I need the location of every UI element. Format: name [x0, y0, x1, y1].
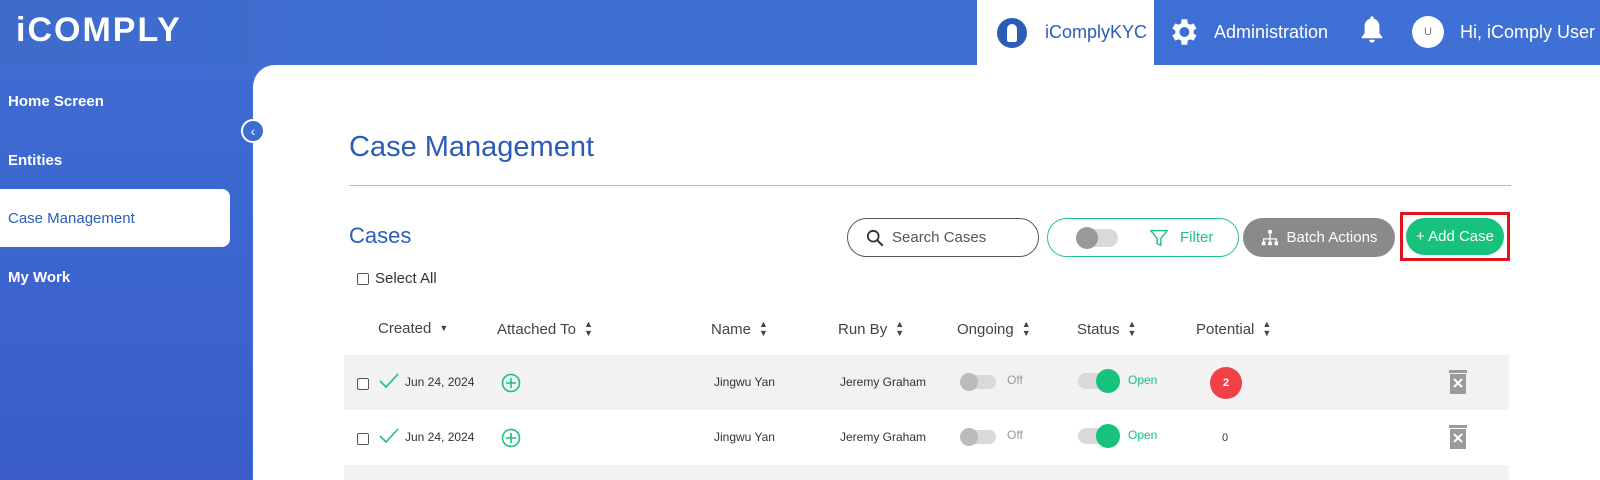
- bell-icon[interactable]: [1358, 14, 1386, 46]
- toggle-knob: [1076, 226, 1098, 249]
- status-toggle[interactable]: [1078, 424, 1120, 448]
- sort-icon: ▲ ▼: [1127, 319, 1137, 338]
- check-icon: [379, 373, 399, 389]
- search-placeholder: Search Cases: [892, 229, 987, 246]
- user-menu[interactable]: U Hi, iComply User: [1412, 14, 1595, 50]
- column-header-ongoing[interactable]: Ongoing ▲ ▼: [957, 320, 1031, 338]
- ongoing-label: Off: [1007, 373, 1023, 387]
- ongoing-label: Off: [1007, 428, 1023, 442]
- run-by: Jeremy Graham: [840, 430, 927, 444]
- column-header-run-by[interactable]: Run By ▲ ▼: [838, 320, 904, 338]
- administration-label: Administration: [1214, 21, 1329, 42]
- sidebar: Home Screen Entities Case Management My …: [0, 65, 252, 480]
- sort-desc-icon: ▼: [439, 323, 449, 333]
- row-checkbox[interactable]: [357, 378, 369, 390]
- column-header-attached-to[interactable]: Attached To ▲ ▼: [497, 320, 593, 338]
- sidebar-item-label: Entities: [8, 151, 63, 169]
- batch-actions-button[interactable]: Batch Actions: [1243, 218, 1395, 257]
- case-name: Jingwu Yan: [714, 430, 775, 444]
- logo-text: iCOMPLY: [16, 10, 182, 49]
- row-checkbox[interactable]: [357, 433, 369, 445]
- add-case-highlight: + Add Case: [1400, 212, 1510, 261]
- kyc-logo-icon: [997, 17, 1027, 48]
- batch-actions-label: Batch Actions: [1286, 229, 1378, 246]
- gear-icon: [1172, 19, 1197, 45]
- column-header-name[interactable]: Name ▲ ▼: [711, 320, 768, 338]
- main-panel: Case Management Cases Search Cases Filte…: [253, 65, 1600, 480]
- user-greeting: Hi, iComply User: [1460, 21, 1596, 42]
- trash-icon[interactable]: [1447, 369, 1469, 395]
- sidebar-item-my-work[interactable]: My Work: [8, 248, 238, 306]
- filter-button[interactable]: Filter: [1047, 218, 1239, 257]
- chevron-left-icon: ‹: [250, 123, 256, 139]
- search-input[interactable]: Search Cases: [847, 218, 1039, 257]
- administration-button[interactable]: Administration: [1166, 14, 1328, 50]
- funnel-icon: [1150, 229, 1168, 246]
- search-icon: [866, 229, 884, 246]
- created-date: Jun 24, 2024: [405, 375, 475, 389]
- sidebar-item-entities[interactable]: Entities: [8, 131, 238, 189]
- status-label: Open: [1128, 373, 1158, 387]
- avatar: U: [1412, 16, 1444, 48]
- ongoing-toggle[interactable]: [960, 428, 996, 446]
- sidebar-collapse-button[interactable]: ‹: [241, 119, 265, 143]
- add-case-label: + Add Case: [1416, 228, 1494, 245]
- section-title: Cases: [349, 223, 412, 248]
- sidebar-item-home-screen[interactable]: Home Screen: [8, 72, 238, 130]
- select-all[interactable]: Select All: [357, 270, 437, 287]
- sidebar-item-label: My Work: [8, 268, 71, 286]
- filter-toggle[interactable]: [1076, 226, 1118, 249]
- table-row[interactable]: Jun 24, 2024 Jingwu Yan Jeremy Graham Of…: [344, 410, 1509, 465]
- created-date: Jun 24, 2024: [405, 430, 475, 444]
- hierarchy-icon: [1261, 229, 1278, 245]
- app-tab-label: iComplyKYC: [1045, 22, 1148, 42]
- ongoing-toggle[interactable]: [960, 373, 996, 391]
- sort-icon: ▲ ▼: [1021, 319, 1031, 338]
- sidebar-item-case-management[interactable]: Case Management: [0, 189, 230, 247]
- filter-label: Filter: [1180, 229, 1214, 246]
- potential-count: 0: [1222, 432, 1229, 444]
- column-header-created[interactable]: Created ▼: [378, 320, 448, 337]
- top-bar: iCOMPLY iComplyKYC Administration U Hi, …: [0, 0, 1600, 65]
- trash-icon[interactable]: [1447, 424, 1469, 450]
- status-toggle[interactable]: [1078, 369, 1120, 393]
- select-all-checkbox[interactable]: [357, 272, 369, 285]
- sidebar-item-label: Home Screen: [8, 92, 104, 110]
- select-all-label: Select All: [375, 270, 437, 287]
- sidebar-item-label: Case Management: [8, 209, 135, 227]
- icomply-logo[interactable]: iCOMPLY: [16, 10, 182, 50]
- page-title: Case Management: [349, 131, 595, 163]
- add-case-button[interactable]: + Add Case: [1406, 218, 1504, 255]
- status-label: Open: [1128, 428, 1158, 442]
- add-attachment-icon[interactable]: [501, 428, 521, 448]
- column-header-status[interactable]: Status ▲ ▼: [1077, 320, 1136, 338]
- sort-icon: ▲ ▼: [1262, 319, 1272, 338]
- check-icon: [379, 428, 399, 444]
- table-row[interactable]: [344, 465, 1509, 480]
- case-name: Jingwu Yan: [714, 375, 775, 389]
- run-by: Jeremy Graham: [840, 375, 927, 389]
- app-tab-icomplykyc[interactable]: iComplyKYC: [977, 0, 1154, 65]
- table-row[interactable]: Jun 24, 2024 Jingwu Yan Jeremy Graham Of…: [344, 355, 1509, 410]
- add-attachment-icon[interactable]: [501, 373, 521, 393]
- sort-icon: ▲ ▼: [759, 319, 768, 338]
- column-header-potential[interactable]: Potential ▲ ▼: [1196, 320, 1271, 338]
- potential-badge[interactable]: 2: [1210, 367, 1242, 399]
- title-divider: [349, 185, 1511, 186]
- sort-icon: ▲ ▼: [895, 319, 905, 338]
- sort-icon: ▲ ▼: [583, 319, 593, 338]
